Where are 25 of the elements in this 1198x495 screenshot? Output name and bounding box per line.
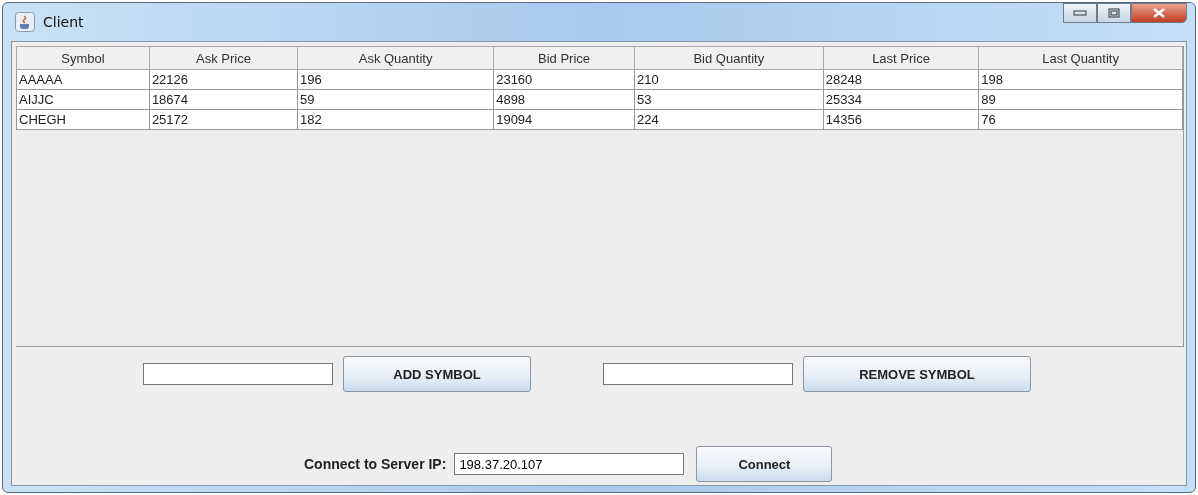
minimize-icon <box>1073 10 1087 16</box>
column-header[interactable]: Last Price <box>823 46 979 70</box>
close-icon <box>1153 8 1165 18</box>
symbol-input-field[interactable] <box>143 363 333 385</box>
server-ip-label: Connect to Server IP: <box>304 456 447 472</box>
table-cell: AAAAA <box>16 69 150 90</box>
maximize-icon <box>1108 8 1120 18</box>
column-header[interactable]: Bid Quantity <box>634 46 824 70</box>
maximize-button[interactable] <box>1097 3 1131 23</box>
column-header[interactable]: Last Quantity <box>978 46 1183 70</box>
table-cell: CHEGH <box>16 109 150 130</box>
column-header[interactable]: Ask Quantity <box>297 46 494 70</box>
add-symbol-button[interactable]: ADD SYMBOL <box>343 356 531 392</box>
connect-button[interactable]: Connect <box>696 446 833 482</box>
column-header[interactable]: Ask Price <box>149 46 298 70</box>
symbol-input-field[interactable] <box>603 363 793 385</box>
server-ip-field[interactable]: 198.37.20.107 <box>454 453 685 475</box>
column-header[interactable]: Bid Price <box>493 46 635 70</box>
remove-symbol-button[interactable]: REMOVE SYMBOL <box>803 356 1031 392</box>
column-header[interactable]: Symbol <box>16 46 150 70</box>
window-title: Client <box>43 14 84 30</box>
minimize-button[interactable] <box>1063 3 1097 23</box>
table-cell: AIJJC <box>16 89 150 110</box>
java-cup-icon <box>15 12 35 32</box>
close-button[interactable] <box>1131 3 1187 23</box>
